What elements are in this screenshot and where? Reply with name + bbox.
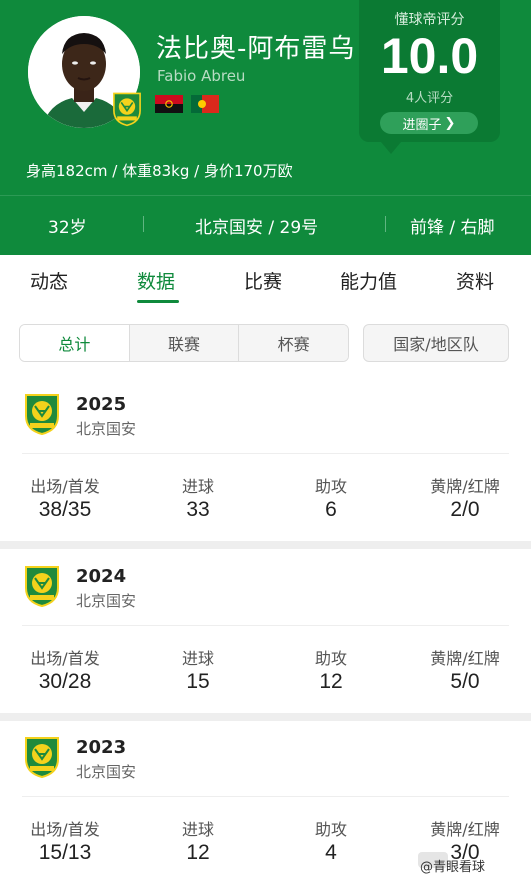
player-name-cn: 法比奥-阿布雷乌 xyxy=(156,34,356,64)
stat-label-goals: 进球 xyxy=(181,649,214,668)
stat-apps: 30/28 xyxy=(38,670,92,693)
club-badge-icon xyxy=(22,392,62,436)
season-year: 2024 xyxy=(76,566,127,587)
player-header: 法比奥-阿布雷乌 Fabio Abreu 懂球帝评分 10.0 4人评分 进圈子… xyxy=(0,0,531,255)
stat-label-apps: 出场/首发 xyxy=(30,649,100,668)
stat-label-cards: 黄牌/红牌 xyxy=(430,649,500,668)
stat-label-assists: 助攻 xyxy=(314,477,347,496)
info-separator xyxy=(385,216,386,232)
tab-news[interactable]: 动态 xyxy=(30,267,68,294)
club-badge-icon xyxy=(22,564,62,608)
rating-title: 懂球帝评分 xyxy=(394,12,465,28)
player-club-number[interactable]: 北京国安 / 29号 xyxy=(195,213,318,238)
season-card: 2025 北京国安 出场/首发 进球 助攻 黄牌/红牌 38/35 33 6 2… xyxy=(0,378,531,543)
stat-label-assists: 助攻 xyxy=(314,820,347,839)
stat-label-apps: 出场/首发 xyxy=(30,477,100,496)
nationality-flags xyxy=(155,95,219,113)
season-team: 北京国安 xyxy=(76,592,137,610)
rating-score: 10.0 xyxy=(380,28,479,84)
portugal-flag-icon xyxy=(191,95,219,113)
active-tab-indicator xyxy=(137,300,179,303)
filter-total[interactable]: 总计 xyxy=(20,325,129,361)
season-year: 2023 xyxy=(76,737,127,758)
tab-ability[interactable]: 能力值 xyxy=(340,267,397,294)
club-badge-icon xyxy=(110,91,144,127)
stat-apps: 38/35 xyxy=(38,498,92,521)
stat-label-goals: 进球 xyxy=(181,820,214,839)
stat-assists: 4 xyxy=(325,841,337,864)
filter-cup[interactable]: 杯赛 xyxy=(238,325,348,361)
season-card: 2024 北京国安 出场/首发 进球 助攻 黄牌/红牌 30/28 15 12 … xyxy=(0,550,531,715)
tab-matches[interactable]: 比赛 xyxy=(244,267,282,294)
stat-cards: 5/0 xyxy=(450,670,480,693)
rating-card: 懂球帝评分 10.0 4人评分 进圈子 ❯ xyxy=(359,0,500,154)
competition-filter: 总计 联赛 杯赛 xyxy=(19,324,349,362)
season-team: 北京国安 xyxy=(76,763,137,781)
stat-goals: 15 xyxy=(186,670,210,693)
chevron-right-icon: ❯ xyxy=(444,115,456,131)
player-physical-info: 身高182cm / 体重83kg / 身价170万欧 xyxy=(26,162,293,180)
stat-label-assists: 助攻 xyxy=(314,649,347,668)
stat-goals: 33 xyxy=(186,498,210,521)
season-year: 2025 xyxy=(76,394,127,415)
section-gap xyxy=(0,713,531,721)
player-info-row: 32岁 北京国安 / 29号 前锋 / 右脚 xyxy=(0,196,531,254)
stat-label-goals: 进球 xyxy=(181,477,214,496)
section-gap xyxy=(0,541,531,549)
filter-league[interactable]: 联赛 xyxy=(128,325,239,361)
stat-assists: 6 xyxy=(325,498,337,521)
stat-apps: 15/13 xyxy=(38,841,92,864)
profile-tabs: 动态 数据 比赛 能力值 资料 xyxy=(0,255,531,305)
season-divider xyxy=(22,796,509,797)
info-separator xyxy=(143,216,144,232)
stat-goals: 12 xyxy=(186,841,210,864)
tab-profile[interactable]: 资料 xyxy=(456,267,494,294)
filter-national-team[interactable]: 国家/地区队 xyxy=(363,324,509,362)
stat-assists: 12 xyxy=(319,670,343,693)
season-divider xyxy=(22,625,509,626)
player-age: 32岁 xyxy=(48,218,87,238)
enter-circle-label: 进圈子 xyxy=(402,117,442,133)
player-position-foot: 前锋 / 右脚 xyxy=(410,218,495,238)
season-team: 北京国安 xyxy=(76,420,137,438)
stat-label-apps: 出场/首发 xyxy=(30,820,100,839)
stat-label-cards: 黄牌/红牌 xyxy=(430,477,500,496)
watermark: @青眼看球 xyxy=(420,860,486,875)
angola-flag-icon xyxy=(155,95,183,113)
club-badge-icon xyxy=(22,735,62,779)
rating-count: 4人评分 xyxy=(405,91,454,106)
stat-cards: 2/0 xyxy=(450,498,480,521)
player-name-en: Fabio Abreu xyxy=(157,67,246,85)
season-divider xyxy=(22,453,509,454)
enter-circle-button[interactable]: 进圈子 ❯ xyxy=(380,112,478,134)
tab-data[interactable]: 数据 xyxy=(137,267,175,294)
stat-label-cards: 黄牌/红牌 xyxy=(430,820,500,839)
